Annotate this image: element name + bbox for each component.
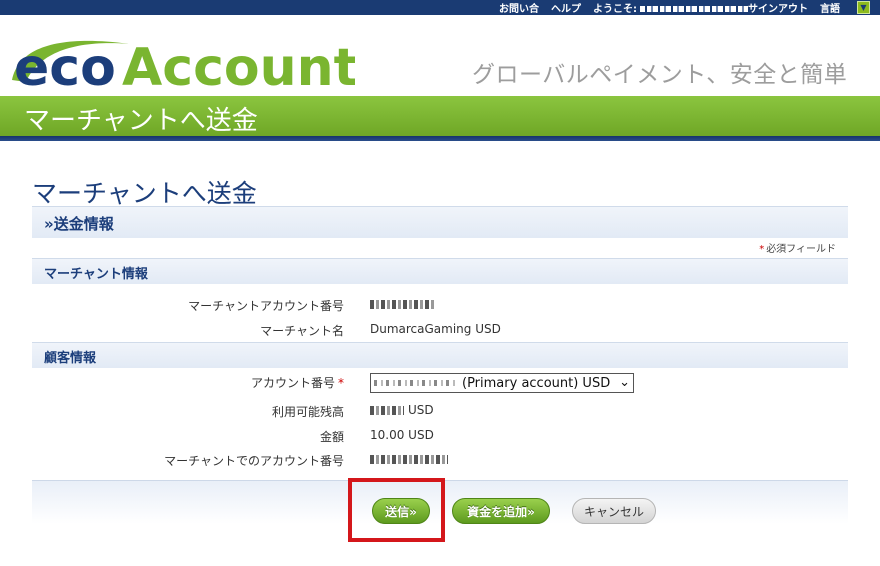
account-select-text: (Primary account) USD [462, 375, 611, 391]
page-title: マーチャントへ送金 [32, 179, 257, 208]
help-link[interactable]: ヘルプ [551, 0, 581, 15]
top-nav-bar: お問い合 ヘルプ ようこそ: サインアウト 言語 ▼ [0, 0, 880, 15]
customer-info-title: 顧客情報 [44, 351, 97, 366]
chevron-down-icon: ⌄ [619, 375, 630, 390]
amount-value: 10.00 USD [370, 428, 434, 442]
redacted-merchant-account [370, 300, 434, 309]
merchant-name-value: DumarcaGaming USD [370, 322, 501, 336]
required-note-text: 必須フィールド [766, 244, 836, 255]
merchant-account-number-label: マーチャントアカウント番号 [188, 299, 344, 313]
required-star: * [759, 244, 765, 255]
merchant-side-account-label: マーチャントでのアカウント番号 [164, 454, 344, 468]
welcome-prefix: ようこそ: [593, 4, 637, 15]
transfer-info-title: »送金情報 [44, 215, 114, 233]
ecoaccount-logo[interactable]: eco Account [10, 30, 355, 100]
balance-currency: USD [408, 403, 434, 417]
redacted-merchant-side-account [370, 455, 448, 464]
merchant-side-account-value [370, 452, 448, 466]
available-balance-value: USD [370, 403, 434, 417]
band-title: マーチャントへ送金 [24, 106, 258, 136]
merchant-info-header: マーチャント情報 [32, 258, 848, 284]
redacted-balance [370, 406, 404, 415]
band-divider [0, 136, 880, 141]
redacted-account-number [374, 380, 456, 386]
welcome-text: ようこそ: サインアウト [593, 0, 808, 15]
required-fields-note: * 必須フィールド [759, 240, 836, 255]
transfer-info-header: »送金情報 [32, 206, 848, 238]
redacted-username [640, 6, 748, 12]
brand-tagline: グローバルペイメント、安全と簡単 [472, 62, 848, 88]
language-dropdown-icon[interactable]: ▼ [857, 1, 870, 14]
account-number-select[interactable]: (Primary account) USD ⌄ [370, 373, 634, 393]
account-number-label: アカウント番号 * [251, 374, 344, 391]
logo-eco-text: eco [14, 38, 116, 98]
account-required-star: * [338, 376, 344, 390]
amount-label: 金額 [319, 430, 344, 444]
customer-info-header: 顧客情報 [32, 342, 848, 368]
cancel-button[interactable]: キャンセル [572, 498, 656, 524]
merchant-name-label: マーチャント名 [260, 324, 344, 338]
account-number-label-text: アカウント番号 [250, 376, 335, 390]
available-balance-label: 利用可能残高 [271, 405, 344, 419]
top-nav-links: お問い合 ヘルプ ようこそ: サインアウト 言語 [499, 0, 880, 15]
language-link[interactable]: 言語 [820, 0, 840, 15]
sign-out-link[interactable]: サインアウト [748, 4, 808, 15]
add-funds-button[interactable]: 資金を追加» [452, 498, 550, 524]
merchant-info-title: マーチャント情報 [44, 267, 148, 282]
send-button-highlight-box [348, 478, 445, 542]
merchant-account-number-value [370, 297, 434, 311]
logo-account-text: Account [122, 38, 355, 98]
contact-link[interactable]: お問い合 [499, 0, 539, 15]
